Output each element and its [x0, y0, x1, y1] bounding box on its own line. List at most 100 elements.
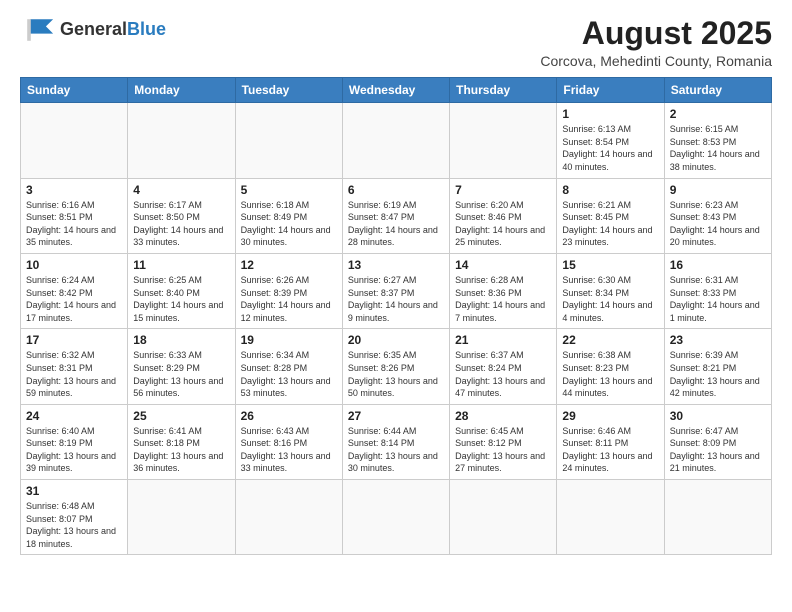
- day-info: Sunrise: 6:33 AM Sunset: 8:29 PM Dayligh…: [133, 349, 229, 399]
- calendar-cell: 21Sunrise: 6:37 AM Sunset: 8:24 PM Dayli…: [450, 329, 557, 404]
- day-number: 25: [133, 409, 229, 423]
- day-info: Sunrise: 6:16 AM Sunset: 8:51 PM Dayligh…: [26, 199, 122, 249]
- day-number: 17: [26, 333, 122, 347]
- day-number: 3: [26, 183, 122, 197]
- day-info: Sunrise: 6:35 AM Sunset: 8:26 PM Dayligh…: [348, 349, 444, 399]
- day-info: Sunrise: 6:25 AM Sunset: 8:40 PM Dayligh…: [133, 274, 229, 324]
- calendar-cell: 14Sunrise: 6:28 AM Sunset: 8:36 PM Dayli…: [450, 253, 557, 328]
- weekday-monday: Monday: [128, 78, 235, 103]
- day-info: Sunrise: 6:17 AM Sunset: 8:50 PM Dayligh…: [133, 199, 229, 249]
- calendar-cell: [342, 480, 449, 555]
- weekday-thursday: Thursday: [450, 78, 557, 103]
- week-row-2: 3 Sunrise: 6:16 AM Sunset: 8:51 PM Daylig…: [21, 178, 772, 253]
- day-number: 16: [670, 258, 766, 272]
- weekday-wednesday: Wednesday: [342, 78, 449, 103]
- week-row-4: 17Sunrise: 6:32 AM Sunset: 8:31 PM Dayli…: [21, 329, 772, 404]
- day-info: Sunrise: 6:48 AM Sunset: 8:07 PM Dayligh…: [26, 500, 122, 550]
- day-number: 12: [241, 258, 337, 272]
- calendar-cell: 29Sunrise: 6:46 AM Sunset: 8:11 PM Dayli…: [557, 404, 664, 479]
- calendar-cell: [235, 480, 342, 555]
- day-info: Sunrise: 6:23 AM Sunset: 8:43 PM Dayligh…: [670, 199, 766, 249]
- calendar-cell: [450, 103, 557, 178]
- day-info: Sunrise: 6:15 AM Sunset: 8:53 PM Dayligh…: [670, 123, 766, 173]
- calendar-cell: 9 Sunrise: 6:23 AM Sunset: 8:43 PM Daylig…: [664, 178, 771, 253]
- calendar-cell: 13Sunrise: 6:27 AM Sunset: 8:37 PM Dayli…: [342, 253, 449, 328]
- day-info: Sunrise: 6:34 AM Sunset: 8:28 PM Dayligh…: [241, 349, 337, 399]
- day-info: Sunrise: 6:18 AM Sunset: 8:49 PM Dayligh…: [241, 199, 337, 249]
- calendar-cell: 28Sunrise: 6:45 AM Sunset: 8:12 PM Dayli…: [450, 404, 557, 479]
- calendar-cell: 25 Sunrise: 6:41 AM Sunset: 8:18 PM Dayli…: [128, 404, 235, 479]
- day-info: Sunrise: 6:21 AM Sunset: 8:45 PM Dayligh…: [562, 199, 658, 249]
- calendar-cell: 24 Sunrise: 6:40 AM Sunset: 8:19 PM Dayli…: [21, 404, 128, 479]
- day-info: Sunrise: 6:41 AM Sunset: 8:18 PM Dayligh…: [133, 425, 229, 475]
- calendar-cell: 23 Sunrise: 6:39 AM Sunset: 8:21 PM Dayli…: [664, 329, 771, 404]
- day-number: 28: [455, 409, 551, 423]
- day-number: 23: [670, 333, 766, 347]
- day-info: Sunrise: 6:31 AM Sunset: 8:33 PM Dayligh…: [670, 274, 766, 324]
- calendar-cell: 22 Sunrise: 6:38 AM Sunset: 8:23 PM Dayli…: [557, 329, 664, 404]
- calendar-cell: 26Sunrise: 6:43 AM Sunset: 8:16 PM Dayli…: [235, 404, 342, 479]
- day-info: Sunrise: 6:30 AM Sunset: 8:34 PM Dayligh…: [562, 274, 658, 324]
- calendar-cell: 15Sunrise: 6:30 AM Sunset: 8:34 PM Dayli…: [557, 253, 664, 328]
- day-info: Sunrise: 6:20 AM Sunset: 8:46 PM Dayligh…: [455, 199, 551, 249]
- calendar-cell: [128, 480, 235, 555]
- page: GeneralBlue August 2025 Corcova, Mehedin…: [0, 0, 792, 612]
- day-info: Sunrise: 6:37 AM Sunset: 8:24 PM Dayligh…: [455, 349, 551, 399]
- day-number: 31: [26, 484, 122, 498]
- calendar-cell: 12 Sunrise: 6:26 AM Sunset: 8:39 PM Dayli…: [235, 253, 342, 328]
- generalblue-icon: [20, 16, 56, 44]
- day-info: Sunrise: 6:47 AM Sunset: 8:09 PM Dayligh…: [670, 425, 766, 475]
- day-number: 6: [348, 183, 444, 197]
- weekday-saturday: Saturday: [664, 78, 771, 103]
- calendar-cell: 30 Sunrise: 6:47 AM Sunset: 8:09 PM Dayli…: [664, 404, 771, 479]
- calendar-cell: 27Sunrise: 6:44 AM Sunset: 8:14 PM Dayli…: [342, 404, 449, 479]
- week-row-5: 24 Sunrise: 6:40 AM Sunset: 8:19 PM Dayli…: [21, 404, 772, 479]
- calendar-cell: 31 Sunrise: 6:48 AM Sunset: 8:07 PM Dayli…: [21, 480, 128, 555]
- day-number: 2: [670, 107, 766, 121]
- day-info: Sunrise: 6:40 AM Sunset: 8:19 PM Dayligh…: [26, 425, 122, 475]
- week-row-6: 31 Sunrise: 6:48 AM Sunset: 8:07 PM Dayli…: [21, 480, 772, 555]
- weekday-header-row: SundayMondayTuesdayWednesdayThursdayFrid…: [21, 78, 772, 103]
- weekday-tuesday: Tuesday: [235, 78, 342, 103]
- day-number: 8: [562, 183, 658, 197]
- calendar-cell: [235, 103, 342, 178]
- title-block: August 2025 Corcova, Mehedinti County, R…: [540, 16, 772, 69]
- calendar-cell: [128, 103, 235, 178]
- day-info: Sunrise: 6:19 AM Sunset: 8:47 PM Dayligh…: [348, 199, 444, 249]
- day-number: 22: [562, 333, 658, 347]
- calendar-cell: 18 Sunrise: 6:33 AM Sunset: 8:29 PM Dayli…: [128, 329, 235, 404]
- day-info: Sunrise: 6:39 AM Sunset: 8:21 PM Dayligh…: [670, 349, 766, 399]
- calendar-cell: 19 Sunrise: 6:34 AM Sunset: 8:28 PM Dayli…: [235, 329, 342, 404]
- main-title: August 2025: [540, 16, 772, 51]
- logo: GeneralBlue: [20, 16, 166, 44]
- day-info: Sunrise: 6:24 AM Sunset: 8:42 PM Dayligh…: [26, 274, 122, 324]
- subtitle: Corcova, Mehedinti County, Romania: [540, 53, 772, 69]
- calendar-cell: 8 Sunrise: 6:21 AM Sunset: 8:45 PM Daylig…: [557, 178, 664, 253]
- calendar-body: 1Sunrise: 6:13 AM Sunset: 8:54 PM Daylig…: [21, 103, 772, 555]
- calendar-cell: [450, 480, 557, 555]
- day-number: 24: [26, 409, 122, 423]
- weekday-friday: Friday: [557, 78, 664, 103]
- day-info: Sunrise: 6:38 AM Sunset: 8:23 PM Dayligh…: [562, 349, 658, 399]
- calendar-cell: 11Sunrise: 6:25 AM Sunset: 8:40 PM Dayli…: [128, 253, 235, 328]
- weekday-sunday: Sunday: [21, 78, 128, 103]
- day-info: Sunrise: 6:13 AM Sunset: 8:54 PM Dayligh…: [562, 123, 658, 173]
- calendar-cell: 7Sunrise: 6:20 AM Sunset: 8:46 PM Daylig…: [450, 178, 557, 253]
- calendar-cell: [21, 103, 128, 178]
- day-number: 30: [670, 409, 766, 423]
- day-info: Sunrise: 6:26 AM Sunset: 8:39 PM Dayligh…: [241, 274, 337, 324]
- calendar-cell: 5Sunrise: 6:18 AM Sunset: 8:49 PM Daylig…: [235, 178, 342, 253]
- week-row-3: 10Sunrise: 6:24 AM Sunset: 8:42 PM Dayli…: [21, 253, 772, 328]
- calendar-cell: [557, 480, 664, 555]
- day-number: 20: [348, 333, 444, 347]
- day-info: Sunrise: 6:27 AM Sunset: 8:37 PM Dayligh…: [348, 274, 444, 324]
- day-number: 9: [670, 183, 766, 197]
- calendar-cell: 3 Sunrise: 6:16 AM Sunset: 8:51 PM Daylig…: [21, 178, 128, 253]
- day-number: 19: [241, 333, 337, 347]
- day-number: 26: [241, 409, 337, 423]
- calendar-cell: 1Sunrise: 6:13 AM Sunset: 8:54 PM Daylig…: [557, 103, 664, 178]
- day-info: Sunrise: 6:28 AM Sunset: 8:36 PM Dayligh…: [455, 274, 551, 324]
- day-number: 18: [133, 333, 229, 347]
- calendar-header: SundayMondayTuesdayWednesdayThursdayFrid…: [21, 78, 772, 103]
- week-row-1: 1Sunrise: 6:13 AM Sunset: 8:54 PM Daylig…: [21, 103, 772, 178]
